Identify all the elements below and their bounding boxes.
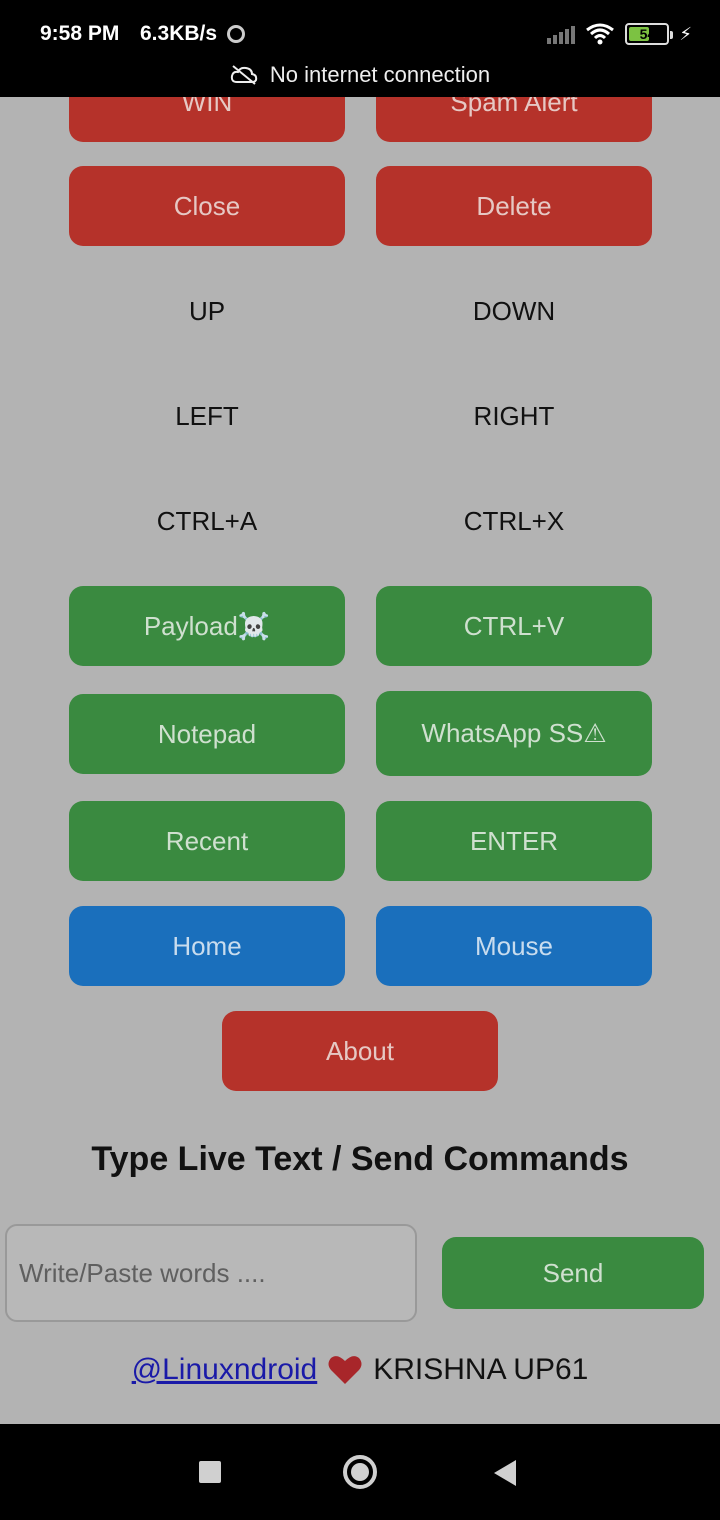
network-banner: No internet connection (0, 62, 720, 88)
right-button[interactable]: RIGHT (376, 386, 652, 446)
footer: @Linuxndroid KRISHNA UP61 (0, 1353, 720, 1387)
cloud-off-icon (230, 65, 258, 85)
author-link[interactable]: @Linuxndroid (132, 1353, 318, 1387)
ctrl-v-button[interactable]: CTRL+V (376, 586, 652, 666)
enter-button[interactable]: ENTER (376, 801, 652, 881)
live-text-title: Type Live Text / Send Commands (91, 1140, 629, 1178)
about-button[interactable]: About (222, 1011, 498, 1091)
send-button[interactable]: Send (442, 1237, 704, 1309)
author-credit: KRISHNA UP61 (373, 1353, 589, 1386)
ctrl-x-button[interactable]: CTRL+X (376, 491, 652, 551)
recents-nav-icon[interactable] (199, 1461, 221, 1483)
notepad-button[interactable]: Notepad (69, 694, 345, 774)
down-button[interactable]: DOWN (376, 281, 652, 341)
battery-level: 54 (639, 26, 656, 42)
home-nav-icon[interactable] (343, 1455, 377, 1489)
ctrl-a-button[interactable]: CTRL+A (69, 491, 345, 551)
network-speed: 6.3KB/s (140, 22, 218, 45)
battery-icon: 54 (625, 23, 674, 45)
system-nav-bar (0, 1424, 720, 1520)
win-button[interactable]: WIN (69, 97, 345, 142)
heart-icon (328, 1356, 362, 1384)
recent-button[interactable]: Recent (69, 801, 345, 881)
spam-alert-button[interactable]: Spam Alert (376, 97, 652, 142)
close-button[interactable]: Close (69, 166, 345, 246)
whatsapp-ss-button[interactable]: WhatsApp SS⚠ (376, 691, 652, 776)
delete-button[interactable]: Delete (376, 166, 652, 246)
app-content: WIN Spam Alert Close Delete UP DOWN LEFT… (0, 97, 720, 1424)
status-time: 9:58 PM (40, 22, 120, 45)
charging-icon: ⚡ (679, 23, 692, 44)
wifi-icon (586, 23, 615, 45)
up-button[interactable]: UP (69, 281, 345, 341)
back-nav-icon[interactable] (494, 1460, 516, 1486)
data-usage-icon (227, 25, 245, 43)
status-indicators: 54 ⚡ (547, 22, 692, 46)
mouse-button[interactable]: Mouse (376, 906, 652, 986)
signal-icon (547, 24, 576, 44)
left-button[interactable]: LEFT (69, 386, 345, 446)
status-bar: 9:58 PM 6.3KB/s 54 ⚡ No internet connect… (0, 0, 720, 97)
network-message: No internet connection (269, 62, 491, 87)
live-text-input[interactable] (5, 1224, 417, 1322)
home-button[interactable]: Home (69, 906, 345, 986)
payload-button[interactable]: Payload☠️ (69, 586, 345, 666)
